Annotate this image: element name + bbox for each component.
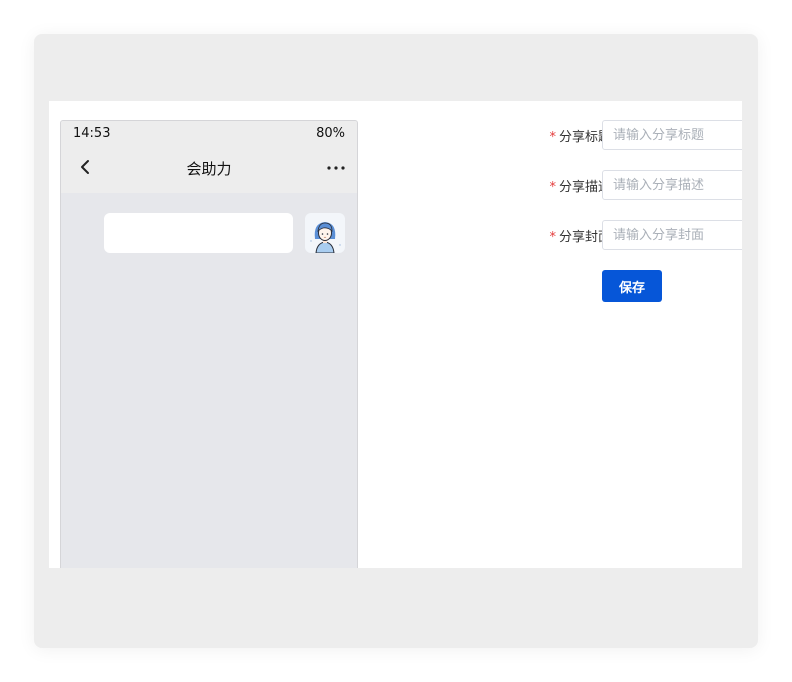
more-dots-icon[interactable] [325,158,347,178]
phone-header: 14:53 80% 会助力 [61,121,357,193]
form-row-description: * 分享描述 [469,170,742,202]
user-avatar [305,213,345,253]
share-title-input[interactable] [602,120,742,150]
form-row-cover: * 分享封面 [469,220,742,252]
share-description-input[interactable] [602,170,742,200]
required-mark: * [549,230,556,245]
form-row-title: * 分享标题 [469,120,742,152]
save-button[interactable]: 保存 [602,270,662,302]
phone-preview: 14:53 80% 会助力 [60,120,358,568]
status-time: 14:53 [73,126,111,141]
chat-title: 会助力 [186,160,232,178]
required-mark: * [549,180,556,195]
outer-frame: 14:53 80% 会助力 * 分享标题 请输入分享标题 * 分享描述 请输入分… [34,34,758,648]
required-mark: * [549,130,556,145]
status-battery: 80% [316,126,345,141]
share-settings-card: 14:53 80% 会助力 * 分享标题 请输入分享标题 * 分享描述 请输入分… [49,101,742,568]
share-cover-input[interactable] [602,220,742,250]
share-message-bubble [104,213,293,253]
avatar-illustration-icon [310,222,341,253]
